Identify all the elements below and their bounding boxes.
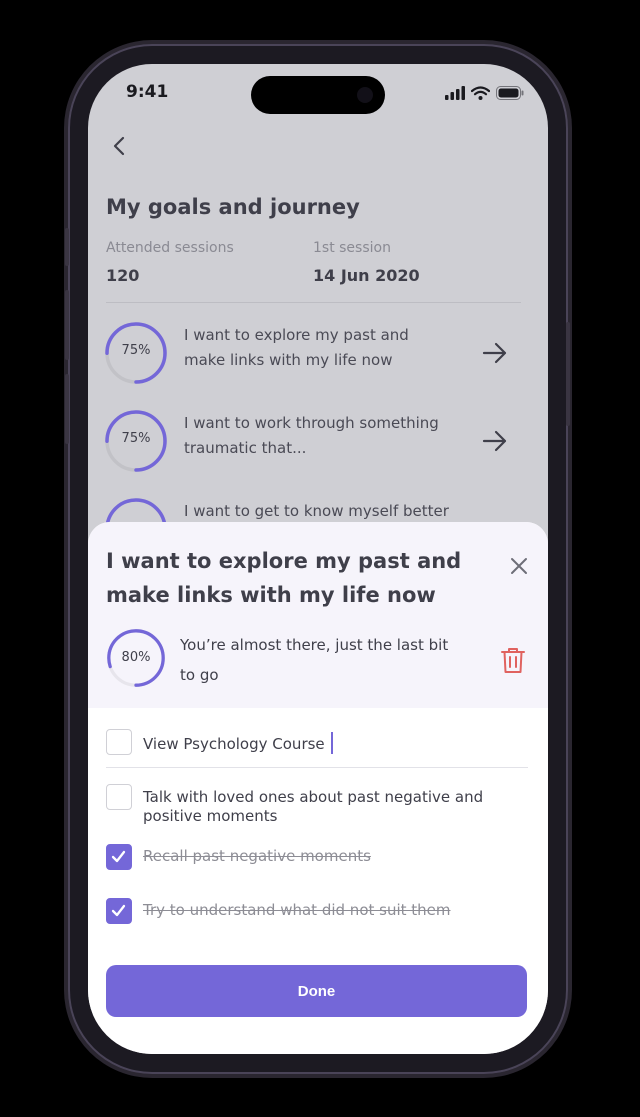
dynamic-island [251,76,385,114]
battery-icon [496,86,524,100]
task-checkbox-checked[interactable] [106,844,132,870]
trash-icon[interactable] [500,646,526,674]
checkmark-icon [111,904,126,917]
stat-label-first-session: 1st session [313,240,391,256]
app-screen: 9:41 My goals and journey Attended sessi… [88,64,548,1054]
divider [106,302,521,303]
stat-value-first-session: 14 Jun 2020 [313,266,420,285]
side-button [65,290,69,360]
cellular-signal-icon [445,86,465,100]
done-button[interactable]: Done [106,965,527,1017]
task-checkbox-checked[interactable] [106,898,132,924]
progress-label: 75% [121,431,151,446]
task-text: Talk with loved ones about past negative… [143,788,484,825]
sheet-title: I want to explore my past and make links… [106,549,462,607]
task-text: Recall past negative moments [143,847,371,865]
text-cursor [330,732,333,754]
goal-item[interactable]: 75% I want to work through something tra… [104,409,524,479]
stat-value-sessions: 120 [106,266,140,285]
side-button [566,322,570,426]
task-checkbox[interactable] [106,729,132,755]
progress-label: 75% [121,343,151,358]
arrow-right-icon[interactable] [482,429,508,453]
goal-text: I want to work through something traumat… [184,414,439,457]
task-checkbox[interactable] [106,784,132,810]
task-text: View Psychology Course [143,732,503,754]
checkmark-icon [111,850,126,863]
task-text: Try to understand what did not suit them [143,901,451,919]
progress-label: 80% [121,650,151,665]
goal-item[interactable]: 75% I want to explore my past and make l… [104,321,524,391]
side-button [65,228,69,266]
goal-text: I want to get to know myself better [184,502,449,520]
goal-text: I want to explore my past and make links… [184,326,409,369]
chevron-left-icon[interactable] [108,134,132,158]
arrow-right-icon[interactable] [482,341,508,365]
task-label: View Psychology Course [143,735,325,753]
progress-note: You’re almost there, just the last bit t… [180,636,449,684]
status-time: 9:41 [126,82,169,102]
side-button [65,374,69,444]
page-title: My goals and journey [106,195,360,219]
status-icons [445,86,524,100]
divider [106,767,528,768]
wifi-icon [471,86,490,100]
goal-detail-sheet: I want to explore my past and make links… [88,522,548,1054]
stat-label-sessions: Attended sessions [106,240,234,256]
close-icon[interactable] [508,555,530,577]
camera-icon [357,87,373,103]
